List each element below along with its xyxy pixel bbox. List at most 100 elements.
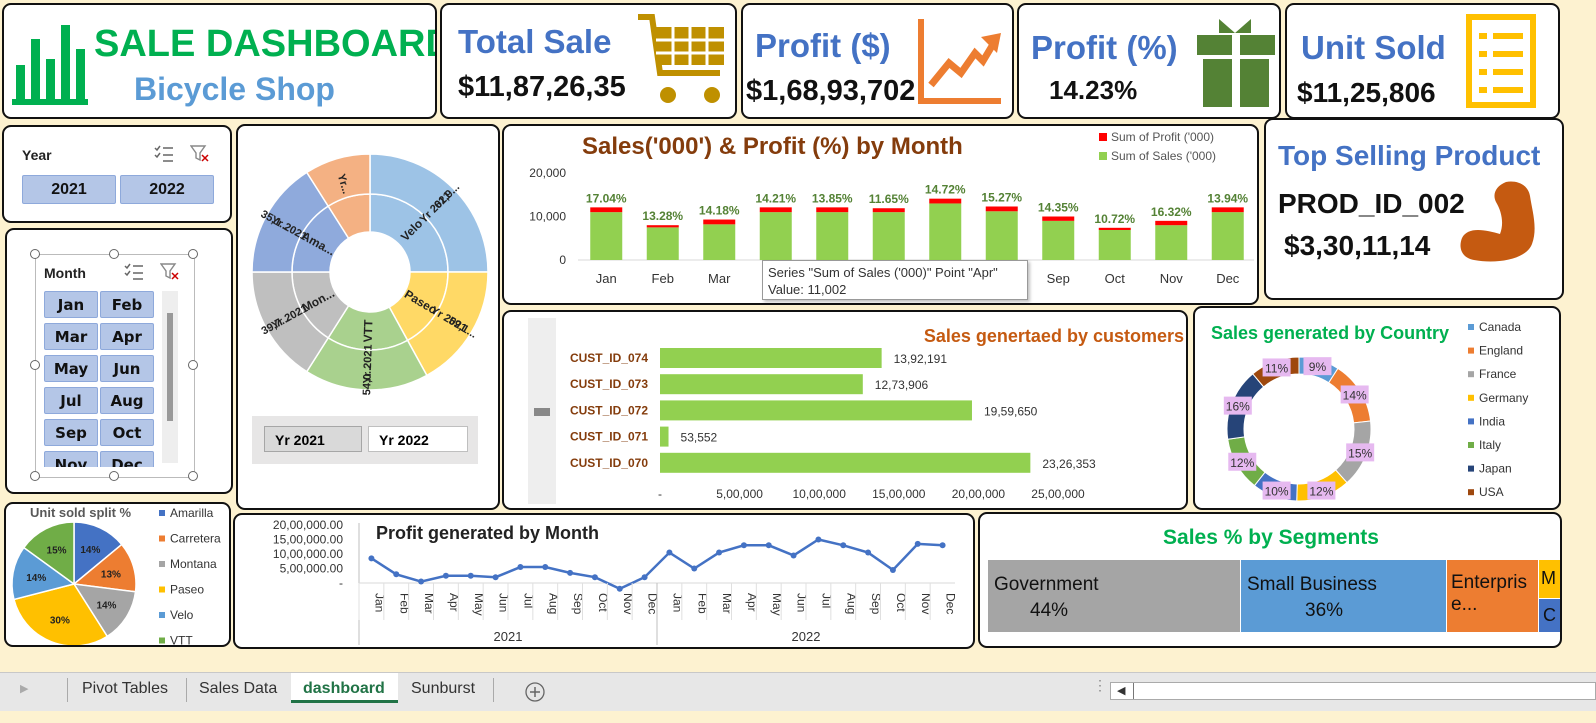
resize-handle[interactable] (188, 360, 198, 370)
slicer-item-sep[interactable]: Sep (44, 419, 98, 446)
sunburst-panel: Velo Yr 2021 61,9... Paseo Yr 2021 59,1... VTT… (236, 124, 500, 510)
slicer-item-2022[interactable]: 2022 (120, 175, 214, 204)
slicer-item-feb[interactable]: Feb (100, 291, 154, 318)
y-tick-label: 0 (559, 253, 566, 267)
y-tick-label: 10,00,000.00 (273, 547, 343, 561)
legend-swatch (159, 535, 165, 542)
chart-title: Sales('000') & Profit (%) by Month (582, 133, 963, 160)
sales-bar (759, 212, 792, 260)
slicer-item-aug[interactable]: Aug (100, 387, 154, 414)
toggle-yr-2021[interactable]: Yr 2021 (264, 426, 362, 452)
data-label: 14% (1343, 388, 1367, 402)
data-label: 14.21% (755, 191, 796, 205)
tab-sunburst[interactable]: Sunburst (411, 680, 475, 698)
resize-handle[interactable] (30, 471, 40, 481)
profit-bar (1042, 216, 1075, 221)
resize-handle[interactable] (188, 249, 198, 259)
data-label: 10% (1265, 485, 1289, 499)
slicer-item-mar[interactable]: Mar (44, 323, 98, 350)
multi-select-icon[interactable] (154, 145, 174, 163)
legend-label: France (1479, 367, 1517, 381)
y-tick-label: 20,00,000.00 (273, 518, 343, 532)
legend-swatch (1468, 347, 1474, 354)
data-label: 19,59,650 (984, 404, 1038, 418)
data-label: 14.35% (1038, 201, 1079, 215)
x-tick-label: Sep (1047, 271, 1070, 286)
data-label: 12,73,906 (875, 378, 929, 392)
toggle-yr-2022[interactable]: Yr 2022 (368, 426, 468, 452)
customer-bar (660, 348, 882, 368)
dashboard-title: SALE DASHBOARD (94, 23, 437, 65)
sales-bar (1098, 229, 1131, 260)
sales-bar (590, 212, 623, 260)
scroll-left-icon[interactable]: ◀ (1117, 684, 1125, 697)
y-tick-label: 20,000 (529, 166, 566, 180)
x-tick-label: 25,00,000 (1031, 487, 1085, 501)
profit-line (370, 538, 943, 591)
y-tick-label: 10,000 (529, 210, 566, 224)
kpi-profit-percent: Profit (%) 14.23% (1017, 3, 1281, 119)
resize-handle[interactable] (109, 471, 119, 481)
legend-label: USA (1479, 485, 1504, 499)
sales-bar (703, 224, 736, 260)
slicer-item-jul[interactable]: Jul (44, 387, 98, 414)
y-tick-label: CUST_ID_074 (570, 351, 648, 365)
slicer-item-nov[interactable]: Nov (44, 451, 98, 467)
tab-scroll-left-icon[interactable]: ▶ (20, 682, 28, 695)
data-label: 17.04% (586, 191, 627, 205)
line-point (641, 574, 648, 581)
legend-label: India (1479, 414, 1505, 428)
sunburst-label: 54,0... (361, 365, 374, 396)
x-tick-label: Jan (596, 271, 617, 286)
data-label: 53,552 (681, 431, 718, 445)
slicer-item-2021[interactable]: 2021 (22, 175, 116, 204)
sales-bar (985, 211, 1018, 260)
legend-swatch (1099, 133, 1107, 141)
resize-handle[interactable] (30, 360, 40, 370)
slicer-item-jun[interactable]: Jun (100, 355, 154, 382)
slicer-item-oct[interactable]: Oct (100, 419, 154, 446)
segment-value: 44% (1030, 600, 1069, 621)
bar-chart-icon (12, 25, 88, 105)
kpi-value: $11,25,806 (1297, 77, 1436, 108)
data-label: 15.27% (981, 190, 1022, 204)
slicer-item-dec[interactable]: Dec (100, 451, 154, 467)
chart-title: Sales genertaed by customers (924, 326, 1184, 346)
tab-pivot-tables[interactable]: Pivot Tables (82, 680, 168, 698)
y-tick-label: 5,00,000.00 (280, 562, 344, 576)
scrollbar-thumb[interactable] (167, 313, 173, 421)
slicer-scrollbar[interactable] (162, 291, 178, 463)
kpi-total-sale: Total Sale $11,87,26,35 (440, 3, 737, 119)
chart-title: Unit sold split % (30, 505, 132, 520)
tab-sales-data[interactable]: Sales Data (199, 680, 277, 698)
resize-handle[interactable] (109, 249, 119, 259)
profit-bar (1098, 227, 1131, 230)
slicer-item-apr[interactable]: Apr (100, 323, 154, 350)
line-point (567, 569, 574, 576)
slicer-item-jan[interactable]: Jan (44, 291, 98, 318)
legend-swatch (159, 637, 165, 644)
clear-filter-icon[interactable] (190, 145, 210, 163)
resize-handle[interactable] (188, 471, 198, 481)
slicer-item-may[interactable]: May (44, 355, 98, 382)
segment-m: M (1539, 560, 1560, 598)
horizontal-scrollbar[interactable]: ◀ (1110, 682, 1596, 700)
segment-label: Enterpris e... (1451, 572, 1528, 615)
scrollbar-thumb[interactable] (1133, 683, 1134, 699)
y-tick-label: CUST_ID_070 (570, 456, 648, 470)
line-point (393, 571, 400, 578)
splitter-dots-icon[interactable]: ⋮ (1093, 678, 1107, 692)
tab-dashboard[interactable]: dashboard (303, 680, 385, 698)
customer-bar (660, 426, 669, 447)
add-sheet-icon[interactable] (524, 681, 546, 703)
line-point (691, 565, 698, 572)
line-point (939, 542, 946, 549)
legend-swatch (1468, 324, 1474, 330)
resize-handle[interactable] (30, 249, 40, 259)
year-slicer: Year 2021 2022 (2, 125, 232, 223)
data-label: 13.28% (642, 209, 683, 223)
legend-label: Germany (1479, 391, 1528, 405)
line-point (790, 552, 797, 559)
trend-up-icon (918, 19, 1001, 104)
month-slicer: Month Jan Feb Mar Apr May Jun Jul Aug Se… (35, 254, 195, 478)
